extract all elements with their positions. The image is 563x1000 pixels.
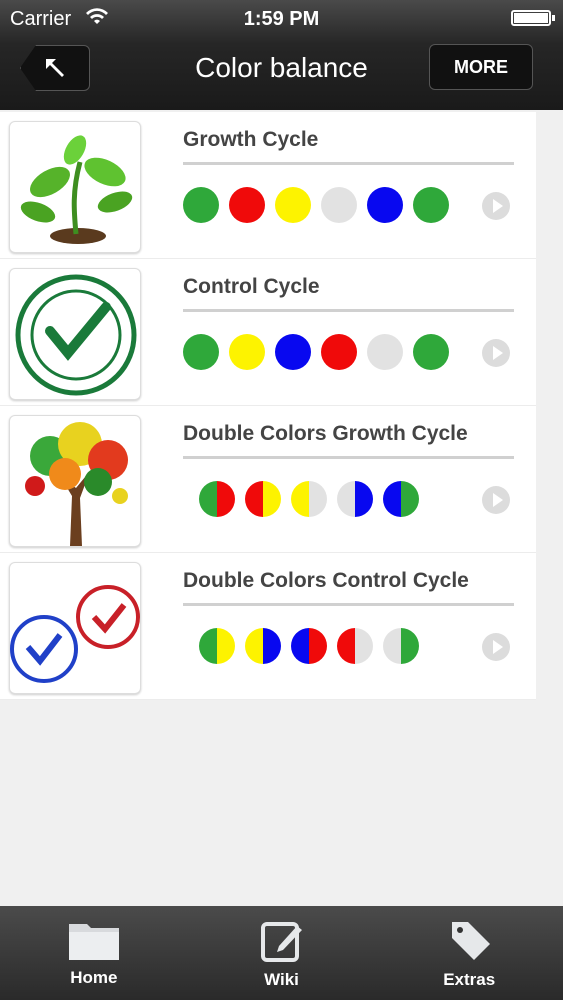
color-dot [321, 334, 357, 370]
split-color-dot [291, 628, 327, 664]
split-color-dot [199, 628, 235, 664]
color-dot [183, 334, 219, 370]
more-button[interactable]: MORE [429, 44, 533, 90]
status-bar: Carrier 1:59 PM [0, 0, 563, 36]
color-dot [367, 187, 403, 223]
tab-label: Wiki [264, 970, 299, 989]
split-color-dot [245, 628, 281, 664]
approved-stamps-image [9, 562, 141, 694]
color-dot [321, 187, 357, 223]
colorful-tree-image [9, 415, 141, 547]
color-dot [275, 187, 311, 223]
plant-image [9, 121, 141, 253]
color-dot [275, 334, 311, 370]
tab-label: Extras [443, 970, 496, 989]
split-color-dot [199, 481, 235, 517]
tab-extras[interactable]: Extras [375, 906, 563, 1000]
tab-home[interactable]: Home [0, 906, 188, 1000]
color-dot [229, 187, 265, 223]
color-dot [413, 187, 449, 223]
divider [183, 309, 514, 312]
list-item[interactable]: Control Cycle [0, 259, 536, 406]
row-title: Double Colors Control Cycle [183, 569, 469, 592]
color-dots [199, 481, 419, 517]
row-title: Growth Cycle [183, 128, 319, 151]
divider [183, 603, 514, 606]
divider [183, 162, 514, 165]
row-title: Double Colors Growth Cycle [183, 422, 468, 445]
split-color-dot [337, 481, 373, 517]
split-color-dot [245, 481, 281, 517]
color-dots [199, 628, 419, 664]
row-title: Control Cycle [183, 275, 320, 298]
split-color-dot [383, 628, 419, 664]
list-item[interactable]: Double Colors Control Cycle [0, 553, 536, 700]
tab-bar: Home Wiki Extras [0, 906, 563, 1000]
navigation-bar: Carrier 1:59 PM Color balance MORE [0, 0, 563, 110]
divider [183, 456, 514, 459]
list-item[interactable]: Double Colors Growth Cycle [0, 406, 536, 553]
play-icon[interactable] [482, 339, 510, 367]
color-dots [183, 334, 449, 370]
tab-wiki[interactable]: Wiki [188, 906, 376, 1000]
edit-icon [260, 922, 302, 962]
color-dot [367, 334, 403, 370]
play-icon[interactable] [482, 486, 510, 514]
status-time: 1:59 PM [243, 8, 320, 30]
color-dot [183, 187, 219, 223]
color-dot [229, 334, 265, 370]
tab-label: Home [70, 968, 118, 987]
color-dots [183, 187, 449, 223]
quality-control-stamp-image [9, 268, 141, 400]
folder-icon [68, 924, 119, 960]
list-item[interactable]: Growth Cycle [0, 112, 536, 259]
play-icon[interactable] [482, 192, 510, 220]
tags-icon [452, 922, 491, 960]
split-color-dot [291, 481, 327, 517]
battery-icon [511, 10, 555, 26]
color-dot [413, 334, 449, 370]
split-color-dot [383, 481, 419, 517]
play-icon[interactable] [482, 633, 510, 661]
cycle-list: Growth Cycle Control Cycle Double Colors… [0, 112, 536, 700]
split-color-dot [337, 628, 373, 664]
